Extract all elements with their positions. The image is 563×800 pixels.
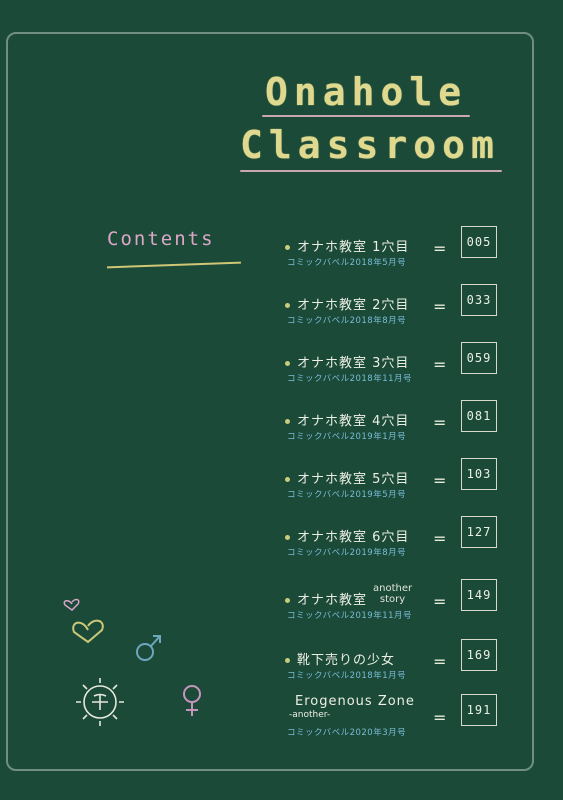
entry-page-number: 081 [461,400,497,432]
heart-icon [72,619,104,644]
entry-title: 靴下売りの少女 [297,653,396,668]
entry-page-number: 103 [461,458,497,490]
toc-entry-6[interactable]: オナホ教室 6穴目 コミックバベル2019年8月号 = 127 [285,516,530,576]
chalk-doodles [63,598,201,726]
toc-entry-7[interactable]: オナホ教室 another story コミックバベル2019年11月号 = 1… [285,579,530,639]
entry-source: コミックバベル2018年5月号 [287,258,407,268]
entry-title: Erogenous Zone [295,694,415,709]
entry-side-note: another story [373,583,412,605]
entry-title: オナホ教室 6穴目 [297,530,410,545]
entry-title: オナホ教室 5穴目 [297,472,410,487]
entry-source: コミックバベル2019年11月号 [287,611,413,621]
bullet-icon [285,598,290,603]
entry-side-note-line2: story [379,594,406,605]
toc-entry-1[interactable]: オナホ教室 1穴目 コミックバベル2018年5月号 = 005 [285,226,530,286]
entry-equals: = [433,529,447,548]
entry-side-note-line1: another [373,583,413,594]
title-line-1: Onahole [265,70,468,114]
entry-page-number: 191 [461,694,497,726]
toc-entry-9[interactable]: Erogenous Zone -another- コミックバベル2020年3月号… [285,694,530,744]
toc-entry-8[interactable]: 靴下売りの少女 コミックバベル2018年1月号 = 169 [285,639,530,699]
entry-equals: = [433,413,447,432]
entry-equals: = [433,239,447,258]
entry-page-number: 127 [461,516,497,548]
entry-source: コミックバベル2018年8月号 [287,316,407,326]
entry-equals: = [433,297,447,316]
entry-source: コミックバベル2020年3月号 [287,728,407,738]
bullet-icon [285,535,290,540]
entry-title: オナホ教室 2穴目 [297,298,410,313]
entry-page-number: 005 [461,226,497,258]
bullet-icon [285,419,290,424]
entry-title: オナホ教室 3穴目 [297,356,410,371]
male-symbol-icon [136,635,161,661]
sun-icon [76,678,124,726]
toc-entry-5[interactable]: オナホ教室 5穴目 コミックバベル2019年5月号 = 103 [285,458,530,518]
title-line-2: Classroom [240,123,500,167]
small-heart-icon [63,598,80,611]
toc-entry-2[interactable]: オナホ教室 2穴目 コミックバベル2018年8月号 = 033 [285,284,530,344]
entry-equals: = [433,355,447,374]
entry-page-number: 169 [461,639,497,671]
toc-entry-3[interactable]: オナホ教室 3穴目 コミックバベル2018年11月号 = 059 [285,342,530,402]
entry-page-number: 059 [461,342,497,374]
entry-equals: = [433,708,447,727]
bullet-icon [285,361,290,366]
entry-equals: = [433,471,447,490]
entry-equals: = [433,592,447,611]
entry-source: コミックバベル2019年8月号 [287,548,407,558]
entry-title: オナホ教室 4穴目 [297,414,410,429]
bullet-icon [285,245,290,250]
entry-equals: = [433,652,447,671]
entry-page-number: 033 [461,284,497,316]
toc-entry-4[interactable]: オナホ教室 4穴目 コミックバベル2019年1月号 = 081 [285,400,530,460]
entry-title: オナホ教室 1穴目 [297,240,410,255]
female-symbol-icon [183,685,201,716]
title-underline-1 [262,115,470,117]
entry-source: コミックバベル2019年1月号 [287,432,407,442]
bullet-icon [285,303,290,308]
contents-heading: Contents [107,228,215,250]
entry-subtitle: -another- [289,710,331,720]
entry-source: コミックバベル2019年5月号 [287,490,407,500]
entry-source: コミックバベル2018年11月号 [287,374,413,384]
title-underline-2 [240,170,502,172]
entry-title: オナホ教室 [297,593,368,608]
bullet-icon [285,477,290,482]
entry-page-number: 149 [461,579,497,611]
bullet-icon [285,658,290,663]
entry-source: コミックバベル2018年1月号 [287,671,407,681]
